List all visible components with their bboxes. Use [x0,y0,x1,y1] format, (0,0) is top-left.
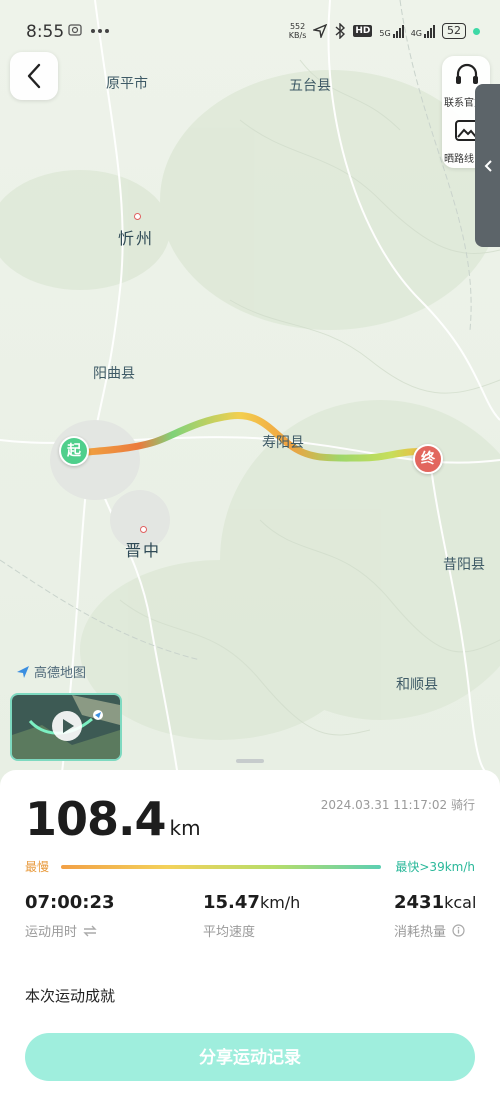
signal-4g-label: 4G [410,29,422,38]
speed-fast-label: 最快>39km/h [395,860,475,874]
headset-icon [456,63,478,84]
net-speed-unit: KB/s [288,31,307,40]
signal-5g-label: 5G [379,29,391,38]
location-arrow-icon [313,24,328,38]
route-replay-thumbnail[interactable] [10,693,122,761]
place-label: 五台县 [289,78,331,94]
speed-gradient-bar [61,865,381,869]
stat-label: 运动用时 [25,925,78,940]
stat-unit: km/h [259,893,301,912]
more-notifications-icon [90,18,110,39]
network-speed: 552 KB/s [289,22,307,40]
chevron-left-small-icon [484,159,492,172]
place-label: 晋中 [125,541,162,560]
place-label: 阳曲县 [93,366,135,382]
battery-icon: 52 [442,23,466,39]
chevron-left-icon [27,63,41,89]
speed-legend: 最慢 最快>39km/h [25,858,475,874]
status-time: 8:55 [26,22,65,42]
map-attribution: 高德地图 [16,662,86,681]
place-label: 寿阳县 [262,435,304,451]
stat-label: 消耗热量 [394,925,447,940]
achievements-title: 本次运动成就 [25,987,116,1005]
bluetooth-icon [335,23,346,39]
stat-value: 2431 [394,892,445,913]
distance-unit: km [169,816,201,840]
city-dot-icon [134,213,141,220]
info-icon[interactable] [452,924,465,937]
share-route-label: 晒路线 [444,154,474,165]
signal-5g-icon: 5G [379,24,404,38]
city-dot-icon [140,526,147,533]
speed-slow-label: 最慢 [25,860,50,874]
distance-total: 108.4 km [25,792,201,846]
stat-avg-speed: 15.47km/h 平均速度 [203,892,300,940]
stat-calories: 2431kcal 消耗热量 [394,892,476,940]
stat-value: 07:00:23 [25,892,115,913]
stat-duration: 07:00:23 运动用时 [25,892,115,940]
place-label: 忻州 [118,229,155,248]
stat-value: 15.47 [203,892,260,913]
share-record-button[interactable]: 分享运动记录 [25,1033,475,1081]
place-label: 原平市 [106,76,148,92]
place-label: 和顺县 [396,677,438,693]
start-marker-icon: 起 [59,436,89,466]
stat-unit: kcal [444,893,477,912]
drawer-toggle-button[interactable] [475,84,500,247]
play-icon[interactable] [52,711,82,741]
distance-value: 108.4 [25,792,167,846]
switch-arrows-icon[interactable] [83,925,97,937]
end-marker-icon: 终 [413,444,443,474]
place-label: 昔阳县 [443,557,485,573]
stat-label: 平均速度 [203,925,256,940]
activity-datetime: 2024.03.31 11:17:02 骑行 [320,798,475,812]
signal-4g-icon: 4G [411,24,435,38]
active-dot-icon [473,27,480,35]
net-speed-value: 552 [289,22,306,31]
amap-logo-icon [17,665,29,678]
hd-icon: HD [353,25,373,37]
route-map[interactable]: 原平市 五台县 忻州 阳曲县 寿阳县 晋中 昔阳县 和顺县 起 终 高德地图 [0,0,500,790]
sheet-grab-handle[interactable] [236,759,264,763]
status-bar: 8:55 552 KB/s HD 5G 4G 52 [0,0,500,60]
attribution-text: 高德地图 [34,666,87,681]
back-button[interactable] [10,52,58,100]
